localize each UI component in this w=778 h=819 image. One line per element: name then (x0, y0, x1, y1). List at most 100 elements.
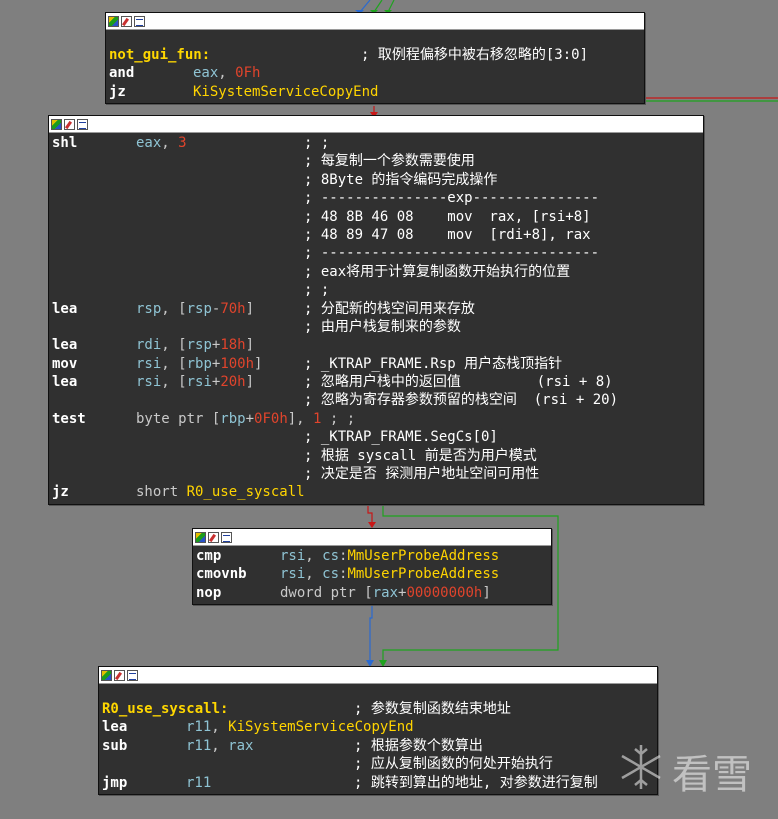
operand-reg: rax (228, 737, 254, 754)
operand-sym[interactable]: KiSystemServiceCopyEnd (228, 719, 413, 735)
comment: ; 应从复制函数的何处开始执行 (354, 756, 553, 773)
instruction-line[interactable]: test byte ptr [rbp+0F0h], 1 ; ; (52, 410, 700, 428)
operand-sym[interactable]: MmUserProbeAddress (347, 566, 499, 582)
instruction-line[interactable]: jmp r11 ; 跳转到算出的地址, 对参数进行复制 (102, 774, 654, 792)
code-block-shl[interactable]: shl eax, 3 ; ; ; 每复制一个参数需要使用; 8Byte 的指令编码完成… (48, 115, 704, 505)
code-label[interactable]: not_gui_fun: (109, 46, 210, 64)
instruction-line[interactable]: ; 由用户栈复制来的参数 (52, 318, 700, 336)
instruction-line[interactable]: ; 每复制一个参数需要使用 (52, 152, 700, 170)
instruction-line[interactable]: ; _KTRAP_FRAME.SegCs[0] (52, 428, 700, 446)
comment: ; 忽略用户栈中的返回值 (rsi + 8) (304, 374, 613, 391)
watermark: 看雪 (612, 738, 752, 798)
operand-reg: rsi (280, 566, 306, 583)
instruction-line[interactable]: lea rsi, [rsi+20h] ; 忽略用户栈中的返回值 (rsi + 8) (52, 373, 700, 391)
instruction-line[interactable]: jz KiSystemServiceCopyEnd (109, 83, 641, 101)
edit-block-icon[interactable] (121, 15, 132, 27)
operands: rsi, [rbp+100h] (136, 355, 262, 373)
operands: rsi, cs:MmUserProbeAddress (280, 565, 499, 583)
instruction-line[interactable]: lea rsp, [rsp-70h] ; 分配新的栈空间用来存放 (52, 300, 700, 318)
edit-block-icon[interactable] (114, 669, 125, 681)
comment: ; 分配新的栈空间用来存放 (304, 300, 475, 317)
instruction-line[interactable]: sub r11, rax ; 根据参数个数算出 (102, 737, 654, 755)
operands: rsi, cs:MmUserProbeAddress (280, 547, 499, 565)
comment: ; 忽略为寄存器参数预留的栈空间 (rsi + 20) (304, 392, 619, 409)
list-view-icon[interactable] (134, 15, 145, 27)
operand-ops: short (136, 484, 187, 501)
operand-sym[interactable]: R0_use_syscall (187, 484, 305, 500)
operand-ops: ] (245, 300, 255, 317)
operands: dword ptr [rax+00000000h] (280, 584, 491, 602)
code-block-not-gui-fun[interactable]: not_gui_fun: ; 取例程偏移中被右移忽略的[3:0] and eax, 0… (105, 12, 645, 105)
code-block-probe[interactable]: cmp rsi, cs:MmUserProbeAddress cmovnb rsi, … (192, 528, 552, 606)
operand-num: 100h (220, 355, 255, 372)
operand-reg: r11 (186, 719, 212, 736)
mnemonic: jz (52, 484, 69, 501)
instruction-line[interactable]: ; 根据 syscall 前是否为用户模式 (52, 447, 700, 465)
operand-reg: rsi (280, 548, 306, 564)
instruction-line[interactable]: ; 48 8B 46 08 mov rax, [rsi+8] (52, 208, 700, 226)
graph-overview-icon[interactable] (51, 118, 62, 130)
block-titlebar (99, 667, 657, 684)
operand-segr: cs (322, 566, 340, 583)
mnemonic: cmovnb (196, 566, 247, 583)
mnemonic: nop (196, 584, 222, 601)
snowflake-icon (621, 745, 661, 789)
instruction-line[interactable]: cmp rsi, cs:MmUserProbeAddress (196, 547, 548, 565)
comment: ; 48 89 47 08 mov [rdi+8], rax (304, 226, 591, 243)
instruction-line[interactable]: and eax, 0Fh (109, 64, 641, 82)
graph-overview-icon[interactable] (108, 15, 119, 27)
operand-ops: , (218, 65, 236, 82)
operand-ops: dword ptr [ (280, 584, 373, 601)
operand-reg: rsp (186, 300, 212, 317)
instruction-line[interactable]: ; 忽略为寄存器参数预留的栈空间 (rsi + 20) (52, 391, 700, 409)
instruction-line[interactable]: ; ; (52, 281, 700, 299)
mnemonic: test (52, 410, 86, 427)
operand-reg: rbp (220, 410, 246, 427)
operand-reg: r11 (186, 774, 212, 791)
code-label[interactable]: R0_use_syscall: (102, 700, 228, 718)
operand-num: 0F0h (254, 410, 288, 427)
comment: ; --------------------------------- (304, 245, 600, 262)
operand-num: 3 (178, 135, 187, 151)
instruction-line[interactable]: nop dword ptr [rax+00000000h] (196, 584, 548, 602)
instruction-line[interactable]: ; --------------------------------- (52, 244, 700, 262)
operand-segr: cs (322, 548, 340, 564)
instruction-line[interactable]: shl eax, 3 ; ; (52, 134, 700, 152)
edit-block-icon[interactable] (208, 531, 219, 543)
mnemonic: sub (102, 737, 128, 754)
instruction-line[interactable]: ; eax将用于计算复制函数开始执行的位置 (52, 263, 700, 281)
operands: rsp, [rsp-70h] (136, 300, 254, 318)
operand-reg: r11 (186, 737, 212, 754)
operand-num: 00000000h (406, 584, 483, 601)
graph-overview-icon[interactable] (195, 531, 206, 543)
edit-block-icon[interactable] (64, 118, 75, 130)
list-view-icon[interactable] (127, 669, 138, 681)
operand-ops: , (211, 719, 229, 736)
instruction-line[interactable]: mov rsi, [rbp+100h] ; _KTRAP_FRAME.Rsp 用户态… (52, 355, 700, 373)
comment: ; 跳转到算出的地址, 对参数进行复制 (354, 774, 598, 791)
instruction-line[interactable]: ; ---------------exp--------------- (52, 189, 700, 207)
operands: r11, rax (186, 737, 253, 755)
operands: r11 (186, 774, 211, 792)
instruction-line[interactable]: ; 应从复制函数的何处开始执行 (102, 755, 654, 773)
operand-ops: , [ (161, 355, 187, 372)
label-comment: ; 取例程偏移中被右移忽略的[3:0] (361, 47, 589, 63)
operand-reg: eax (193, 65, 219, 82)
instruction-line[interactable]: ; 决定是否 探测用户地址空间可用性 (52, 465, 700, 483)
instruction-line[interactable]: lea r11, KiSystemServiceCopyEnd (102, 718, 654, 736)
comment: ; eax将用于计算复制函数开始执行的位置 (304, 263, 571, 280)
operand-sym[interactable]: KiSystemServiceCopyEnd (193, 84, 378, 100)
operand-ops: , (161, 135, 179, 151)
list-view-icon[interactable] (77, 118, 88, 130)
instruction-line[interactable]: ; 48 89 47 08 mov [rdi+8], rax (52, 226, 700, 244)
instruction-line[interactable]: cmovnb rsi, cs:MmUserProbeAddress (196, 565, 548, 583)
instruction-line[interactable]: jz short R0_use_syscall (52, 483, 700, 501)
operand-ops: , [ (161, 374, 187, 391)
graph-overview-icon[interactable] (101, 669, 112, 681)
operand-sym[interactable]: MmUserProbeAddress (347, 548, 499, 564)
instruction-line[interactable]: ; 8Byte 的指令编码完成操作 (52, 171, 700, 189)
label-comment: ; 参数复制函数结束地址 (354, 701, 511, 717)
instruction-line[interactable]: lea rdi, [rsp+18h] (52, 336, 700, 354)
list-view-icon[interactable] (221, 531, 232, 543)
code-block-r0-use-syscall[interactable]: R0_use_syscall: ; 参数复制函数结束地址 lea r11, KiSys… (98, 666, 658, 795)
